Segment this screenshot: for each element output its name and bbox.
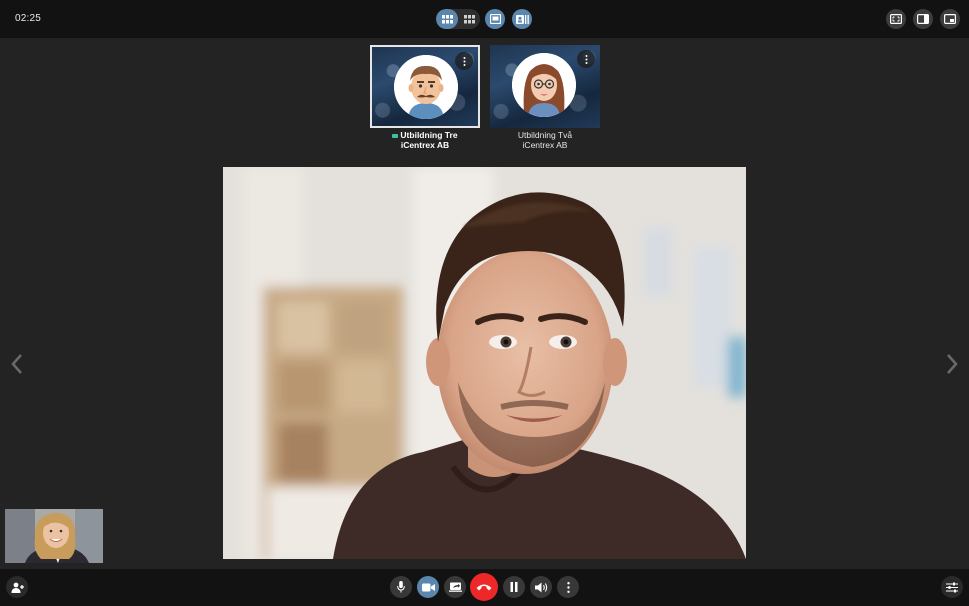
grid-layout-button[interactable]	[436, 9, 458, 29]
hang-up-icon	[476, 584, 492, 591]
local-video-feed	[5, 509, 103, 563]
share-screen-icon	[448, 582, 462, 592]
camera-active-icon	[392, 133, 399, 138]
participant-org: iCentrex AB	[522, 140, 568, 150]
tiles-layout-icon	[463, 14, 475, 23]
participant-label: Utbildning Tre iCentrex AB	[355, 130, 495, 150]
participant-tile-utbildning-tre[interactable]	[370, 45, 480, 128]
participant-tile-utbildning-tva[interactable]	[490, 45, 600, 128]
sidebar-icon	[917, 14, 929, 24]
previous-arrow-icon[interactable]	[10, 352, 24, 376]
participant-avatar	[512, 53, 576, 117]
participant-menu-button[interactable]	[455, 52, 473, 70]
top-bar: 02:25	[0, 0, 969, 38]
screen-share-view-button[interactable]	[485, 9, 505, 29]
pause-button[interactable]	[503, 576, 525, 598]
microphone-icon	[397, 581, 405, 593]
pause-icon	[510, 582, 518, 592]
participant-label: Utbildning Två iCentrex AB	[475, 130, 615, 150]
fullscreen-button[interactable]	[886, 9, 906, 29]
man-avatar-icon	[394, 55, 458, 119]
volume-button[interactable]	[530, 576, 552, 598]
presentation-view-icon	[515, 14, 529, 24]
main-video[interactable]	[223, 167, 746, 559]
add-participant-button[interactable]	[6, 576, 28, 598]
remote-video-feed	[223, 167, 746, 559]
add-participant-icon	[11, 582, 24, 593]
participant-menu-button[interactable]	[577, 50, 595, 68]
settings-sliders-icon	[946, 582, 958, 592]
video-call-app: 02:25 Utbildning Tre iCentrex AB Utbildn…	[0, 0, 969, 606]
layout-toggle[interactable]	[436, 9, 480, 29]
settings-button[interactable]	[941, 576, 963, 598]
fullscreen-icon	[890, 14, 902, 24]
camera-icon	[421, 583, 435, 591]
share-screen-button[interactable]	[444, 576, 466, 598]
sidebar-button[interactable]	[913, 9, 933, 29]
picture-in-picture-icon	[944, 14, 956, 24]
screen-share-view-icon	[489, 14, 501, 24]
volume-icon	[534, 582, 547, 592]
tiles-layout-button[interactable]	[458, 9, 480, 29]
camera-button[interactable]	[417, 576, 439, 598]
participant-name: Utbildning Två	[517, 130, 573, 140]
grid-layout-icon	[441, 14, 453, 23]
woman-avatar-icon	[512, 53, 576, 117]
more-vertical-icon	[585, 54, 587, 64]
participant-name: Utbildning Tre	[400, 130, 458, 140]
presentation-view-button[interactable]	[512, 9, 532, 29]
more-options-button[interactable]	[557, 576, 579, 598]
more-options-icon	[566, 581, 570, 593]
more-vertical-icon	[463, 56, 465, 66]
microphone-button[interactable]	[390, 576, 412, 598]
picture-in-picture-button[interactable]	[940, 9, 960, 29]
participant-avatar	[394, 55, 458, 119]
participant-org: iCentrex AB	[400, 140, 450, 150]
next-arrow-icon[interactable]	[945, 352, 959, 376]
call-timer: 02:25	[15, 13, 42, 24]
hang-up-button[interactable]	[470, 573, 498, 601]
self-view-video[interactable]	[5, 509, 103, 563]
